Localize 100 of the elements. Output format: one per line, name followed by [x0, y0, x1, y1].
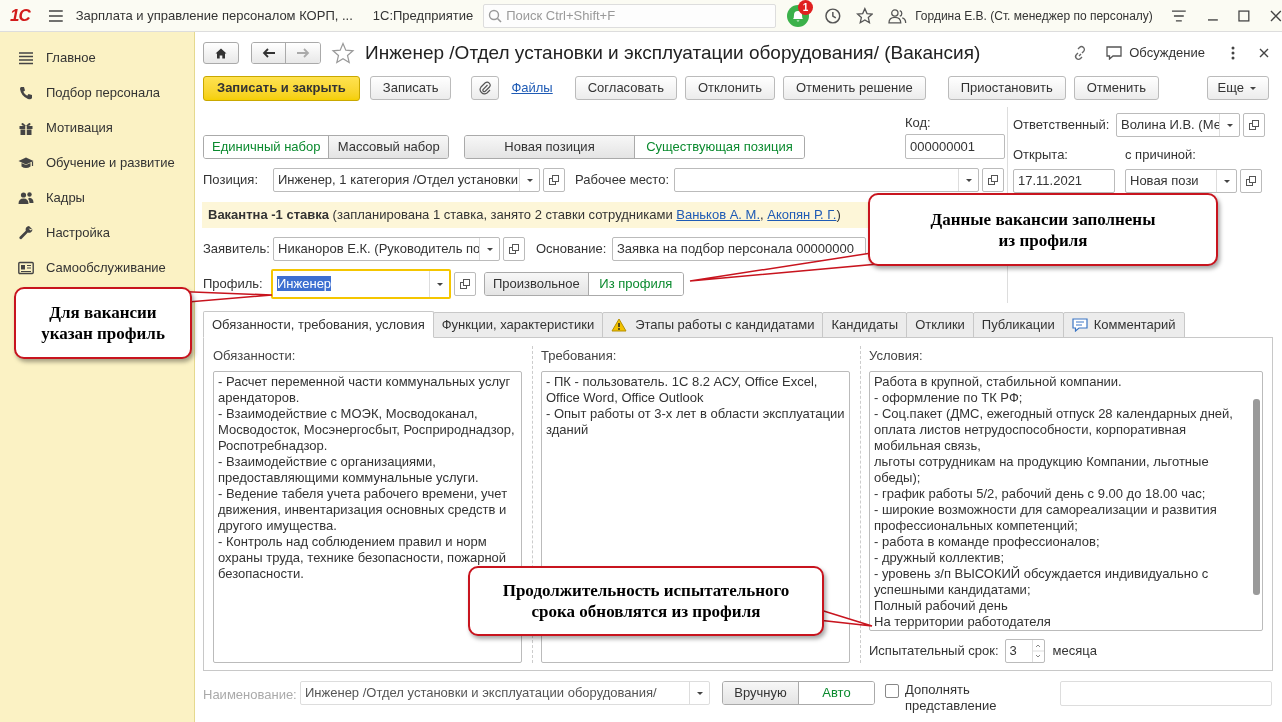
- star-icon[interactable]: [855, 6, 874, 25]
- sidebar-item[interactable]: Кадры: [0, 180, 194, 215]
- callout: Для вакансии указан профиль: [14, 287, 192, 359]
- date-field[interactable]: 17.11.2021: [1013, 168, 1115, 193]
- section-icon: [18, 259, 34, 276]
- checkbox[interactable]: [885, 684, 899, 698]
- field-label: Наименование:: [203, 686, 298, 704]
- platform-name: 1С:Предприятие: [372, 6, 474, 25]
- vacancy-status: Вакантна -1 ставка (запланирована 1 ставка, занято 2 ставки сотрудниками Ваньков А. М., Акопян Р. Г.): [208, 206, 841, 225]
- field-label: Открыта:: [1013, 146, 1069, 164]
- open-icon: [460, 279, 470, 289]
- home-icon: [215, 47, 227, 59]
- toggle-option[interactable]: Произвольное: [485, 273, 588, 295]
- open-button[interactable]: [1240, 168, 1262, 193]
- toggle-option[interactable]: Массовый набор: [328, 136, 448, 158]
- notification-badge: 1: [798, 0, 814, 15]
- workplace-field[interactable]: [674, 168, 979, 192]
- field-label: Рабочее место:: [575, 171, 671, 190]
- position-field[interactable]: Инженер, 1 категория /Отдел установки: [273, 168, 540, 192]
- field-label: Основание:: [536, 240, 608, 259]
- discussion-button[interactable]: Обсуждение: [1106, 43, 1205, 63]
- toggle-option[interactable]: Новая позиция: [465, 136, 634, 158]
- callout: Данные вакансии заполнены из профиля: [868, 193, 1218, 266]
- files-link[interactable]: Файлы: [511, 78, 553, 98]
- chat-icon: [1106, 46, 1123, 60]
- toolbar-button[interactable]: Отменить решение: [782, 76, 926, 100]
- applicant-field[interactable]: Никаноров Е.К. (Руководитель по: [273, 237, 500, 261]
- open-button[interactable]: [1243, 113, 1265, 137]
- section-icon: [18, 84, 34, 101]
- back-button[interactable]: [252, 43, 286, 63]
- toggle-option[interactable]: Из профиля: [587, 273, 683, 295]
- code-field[interactable]: 000000001: [905, 134, 1005, 159]
- sidebar-item[interactable]: Настройка: [0, 215, 194, 250]
- field-label: Заявитель:: [203, 240, 271, 259]
- form-title: Инженер /Отдел установки и эксплуатации оборудования/ (Вакансия): [365, 40, 981, 65]
- field-label: Код:: [905, 113, 932, 132]
- column-label: Условия:: [869, 347, 924, 365]
- toolbar-button[interactable]: Согласовать: [574, 76, 677, 100]
- save-and-close-button[interactable]: Записать и закрыть: [203, 75, 360, 101]
- toolbar-button[interactable]: Отклонить: [684, 76, 775, 100]
- open-button[interactable]: [454, 272, 476, 296]
- open-button[interactable]: [503, 237, 525, 261]
- section-icon: [18, 224, 34, 241]
- sidebar-item[interactable]: Обучение и развитие: [0, 145, 194, 180]
- column-label: Обязанности:: [213, 347, 297, 365]
- tab[interactable]: Публикации: [972, 312, 1064, 338]
- comment-icon: [1071, 318, 1088, 332]
- probation-field[interactable]: 3: [1004, 639, 1045, 663]
- star-icon[interactable]: [331, 42, 355, 64]
- spinner-icon: [1031, 640, 1044, 662]
- callout: Продолжительность испытательного срока обновлятся из профиля: [468, 566, 824, 636]
- field-label: Испытательный срок:: [869, 642, 999, 661]
- unit-label: месяца: [1052, 642, 1097, 661]
- tab[interactable]: Обязанности, требования, условия: [203, 311, 434, 338]
- toggle-option[interactable]: Вручную: [723, 682, 798, 704]
- checkbox-label: Дополнять представление: [905, 682, 998, 714]
- menu-icon[interactable]: [1170, 9, 1187, 22]
- basis-field[interactable]: Заявка на подбор персонала 00000000: [612, 237, 866, 261]
- toolbar-button[interactable]: Отменить: [1073, 76, 1160, 100]
- close-icon[interactable]: [1270, 9, 1282, 22]
- field-label: Профиль:: [203, 275, 264, 294]
- employee-link[interactable]: Ваньков А. М.: [676, 207, 761, 223]
- employee-link[interactable]: Акопян Р. Г.: [767, 207, 837, 223]
- text-area[interactable]: Работа в крупной, стабильной компании. - оформление по ТК РФ; - Соц.пакет (ДМС, ежегодный отпуск 28 календарных дней, оплата листов нетрудоспособности, корпоративная мобильная связь, льготы сотрудникам на продукцию Компании, льготные обеды); - график работы 5/2, рабочий день с 9.00 до 18.00 час; - широкие возможности для самореализации и развития профессиональных компетенций; - работа в команде профессионалов; - дружный коллектив; - уровень з/п ВЫСОКИЙ обсуждается индивидуально с успешными кандидатами; Полный рабочий день На территории работодателя: [869, 370, 1263, 631]
- history-icon[interactable]: [824, 6, 842, 25]
- name-field[interactable]: Инженер /Отдел установки и эксплуатации оборудования/: [300, 681, 710, 705]
- open-icon: [509, 244, 519, 254]
- toggle-option[interactable]: Авто: [798, 682, 874, 704]
- attach-button[interactable]: [471, 76, 500, 100]
- toolbar-button[interactable]: Приостановить: [947, 76, 1066, 100]
- sidebar-item[interactable]: Мотивация: [0, 110, 194, 145]
- reason-field[interactable]: Новая пози: [1125, 168, 1237, 193]
- close-icon[interactable]: [1259, 48, 1269, 58]
- field-label: Ответственный:: [1013, 116, 1111, 135]
- tab[interactable]: Этапы работы с кандидатами: [602, 312, 824, 338]
- maximize-icon[interactable]: [1238, 9, 1251, 22]
- save-button[interactable]: Записать: [369, 76, 452, 100]
- section-icon: [18, 49, 34, 66]
- user-name: Гордина Е.В. (Ст. менеджер по персоналу): [915, 7, 1153, 25]
- sidebar-item[interactable]: Самообслуживание: [0, 250, 194, 285]
- open-button[interactable]: [543, 168, 565, 192]
- representation-field[interactable]: [1060, 681, 1272, 706]
- tab[interactable]: Отклики: [906, 312, 974, 338]
- tab[interactable]: Комментарий: [1062, 312, 1185, 338]
- home-button[interactable]: [203, 42, 239, 64]
- tab[interactable]: Функции, характеристики: [432, 312, 604, 338]
- open-button[interactable]: [982, 168, 1004, 192]
- sidebar-item[interactable]: Подбор персонала: [0, 75, 194, 110]
- sidebar-item[interactable]: Главное: [0, 40, 194, 75]
- menu-icon[interactable]: [48, 8, 64, 23]
- more-button[interactable]: Еще: [1206, 76, 1269, 100]
- caret-icon: [1248, 84, 1258, 92]
- toggle-option[interactable]: Существующая позиция: [634, 136, 804, 158]
- tab[interactable]: Кандидаты: [822, 312, 908, 338]
- profile-field[interactable]: Инженер: [271, 269, 451, 299]
- more-icon[interactable]: [1231, 46, 1235, 60]
- arrow-right-icon: [296, 48, 310, 58]
- users-icon[interactable]: [887, 7, 908, 24]
- app-logo: 1С: [10, 4, 31, 27]
- open-icon: [1249, 120, 1259, 130]
